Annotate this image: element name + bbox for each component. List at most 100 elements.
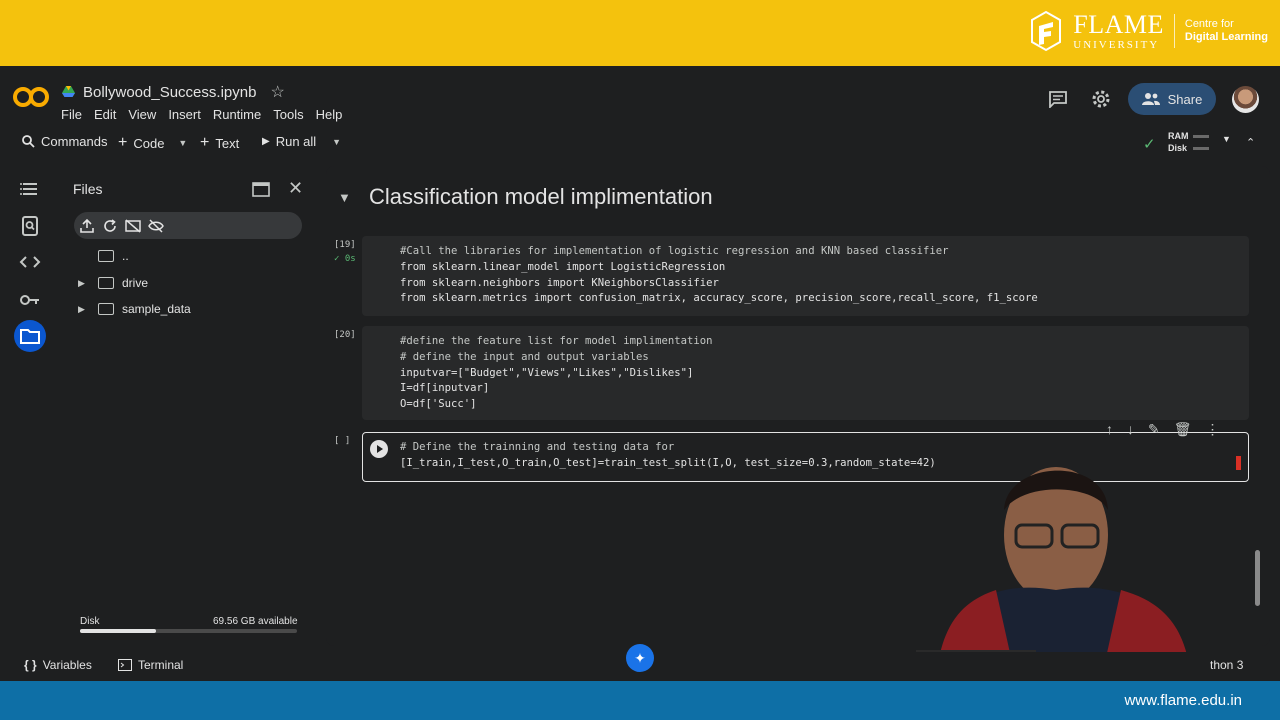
plus-icon: +	[118, 134, 128, 151]
screen: FLAME UNIVERSITY Centre for Digital Lear…	[0, 0, 1280, 720]
file-item-label[interactable]: sample_data	[122, 302, 191, 316]
disk-usage-fill	[80, 629, 156, 633]
brand-sub: UNIVERSITY	[1073, 38, 1160, 51]
share-button[interactable]: Share	[1128, 83, 1216, 115]
cell-toolbar: ↑ ↓ ✎ 🗑 ⋮	[1106, 421, 1220, 438]
centre-line2: Digital Learning	[1184, 31, 1268, 43]
disk-bar	[1193, 147, 1209, 150]
delete-icon[interactable]: 🗑	[1174, 421, 1192, 438]
code-editor[interactable]: # Define the trainning and testing data …	[400, 440, 936, 472]
centre-label: Centre for Digital Learning	[1185, 18, 1268, 44]
plus-icon: +	[200, 134, 210, 151]
connected-check-icon[interactable]: ✓	[1143, 135, 1156, 153]
open-in-tab-icon[interactable]	[252, 182, 270, 197]
eye-off-icon[interactable]	[148, 219, 164, 233]
file-item-drive[interactable]: ▶ drive	[78, 276, 148, 290]
drive-icon	[62, 86, 75, 97]
disk-usage-label: Disk	[80, 616, 100, 627]
file-item-label[interactable]: drive	[122, 276, 148, 290]
section-heading: Classification model implimentation	[369, 184, 713, 209]
notebook-title[interactable]: Bollywood_Success.ipynb ☆	[62, 82, 285, 102]
runtime-label: thon 3	[1210, 658, 1244, 672]
edit-icon[interactable]: ✎	[1148, 421, 1160, 438]
exec-status: ✓ 0s	[334, 254, 356, 264]
more-icon[interactable]: ⋮	[1206, 421, 1220, 438]
code-line: # define the input and output variables	[400, 350, 649, 363]
menu-insert[interactable]: Insert	[168, 106, 201, 123]
menu-help[interactable]: Help	[316, 106, 343, 123]
colab-logo[interactable]	[13, 86, 49, 108]
code-line: #Call the libraries for implementation o…	[400, 245, 949, 257]
resource-monitor[interactable]: RAM Disk	[1168, 130, 1189, 154]
menu-icon[interactable]	[18, 178, 42, 202]
expand-icon[interactable]: ▶	[78, 278, 90, 289]
chevron-down-icon[interactable]: ▼	[332, 137, 341, 147]
chevron-down-icon[interactable]: ▼	[178, 138, 187, 148]
ram-bar	[1193, 135, 1209, 138]
key-icon[interactable]	[18, 288, 42, 312]
share-icon	[1141, 93, 1160, 105]
code-label[interactable]: Code	[133, 136, 164, 151]
execution-count: [20]	[334, 330, 356, 340]
refresh-icon[interactable]	[103, 219, 117, 233]
chevron-up-icon[interactable]: ⌃	[1246, 136, 1255, 149]
text-label[interactable]: Text	[215, 136, 239, 151]
scrollbar[interactable]	[1255, 550, 1260, 606]
gear-icon[interactable]	[1090, 88, 1112, 110]
code-editor[interactable]: #define the feature list for model impli…	[400, 334, 713, 413]
file-item-parent[interactable]: ..	[98, 249, 129, 263]
file-item-sample-data[interactable]: ▶ sample_data	[78, 302, 191, 316]
menu-edit[interactable]: Edit	[94, 106, 116, 123]
chevron-down-icon[interactable]: ▼	[1222, 134, 1231, 144]
commands-label[interactable]: Commands	[41, 134, 107, 149]
flame-mark-icon	[1031, 10, 1062, 52]
code-line: from sklearn.metrics import confusion_ma…	[400, 292, 1038, 305]
drive-off-icon[interactable]	[125, 219, 141, 233]
expand-icon[interactable]: ▶	[78, 304, 90, 315]
variables-label[interactable]: Variables	[43, 658, 92, 672]
gemini-button[interactable]: ✦	[626, 644, 654, 672]
commands-button[interactable]: Commands	[22, 134, 107, 149]
code-icon[interactable]	[18, 250, 42, 274]
avatar[interactable]	[1232, 86, 1259, 113]
code-line: from sklearn.linear_model import Logisti…	[400, 260, 726, 273]
code-line: inputvar=["Budget","Views","Likes","Disl…	[400, 366, 694, 379]
upload-icon[interactable]	[80, 219, 94, 233]
star-icon[interactable]: ☆	[270, 82, 284, 102]
menu-file[interactable]: File	[61, 106, 82, 123]
collapse-section-icon[interactable]: ▼	[338, 190, 351, 205]
code-editor[interactable]: #Call the libraries for implementation o…	[400, 244, 1038, 307]
variables-button[interactable]: { } Variables	[24, 658, 92, 672]
close-icon[interactable]: ✕	[288, 178, 303, 199]
notebook-title-text[interactable]: Bollywood_Success.ipynb	[83, 84, 256, 101]
terminal-label[interactable]: Terminal	[138, 658, 183, 672]
run-cell-button[interactable]	[370, 440, 388, 458]
file-item-label[interactable]: ..	[122, 249, 129, 263]
folder-icon[interactable]	[18, 324, 42, 348]
centre-line1: Centre for	[1184, 17, 1234, 30]
flame-logo: FLAME UNIVERSITY Centre for Digital Lear…	[1029, 10, 1268, 52]
code-line: [I_train,I_test,O_train,O_test]=train_te…	[400, 456, 936, 469]
arrow-down-icon[interactable]: ↓	[1127, 421, 1134, 438]
add-text-button[interactable]: + Text	[200, 134, 239, 152]
top-banner: FLAME UNIVERSITY Centre for Digital Lear…	[0, 0, 1280, 66]
share-label[interactable]: Share	[1168, 92, 1203, 107]
exec-time: 0s	[344, 254, 356, 264]
comment-icon[interactable]	[1048, 90, 1068, 108]
left-rail	[0, 170, 60, 650]
menu-view[interactable]: View	[128, 106, 156, 123]
presenter-video	[916, 467, 1191, 680]
menu-runtime[interactable]: Runtime	[213, 106, 261, 123]
run-all-button[interactable]: ▶ Run all ▼	[262, 134, 341, 149]
error-marker	[1236, 456, 1241, 470]
menu-tools[interactable]: Tools	[273, 106, 303, 123]
code-line: O=df['Succ']	[400, 398, 477, 411]
add-code-button[interactable]: + Code ▼	[118, 134, 187, 152]
bottom-banner: www.flame.edu.in	[0, 681, 1280, 720]
menu-bar: File Edit View Insert Runtime Tools Help	[61, 106, 354, 123]
run-all-label[interactable]: Run all	[276, 134, 316, 149]
find-icon[interactable]	[18, 214, 42, 238]
files-panel	[60, 170, 316, 646]
terminal-button[interactable]: Terminal	[118, 658, 183, 672]
arrow-up-icon[interactable]: ↑	[1106, 421, 1113, 438]
